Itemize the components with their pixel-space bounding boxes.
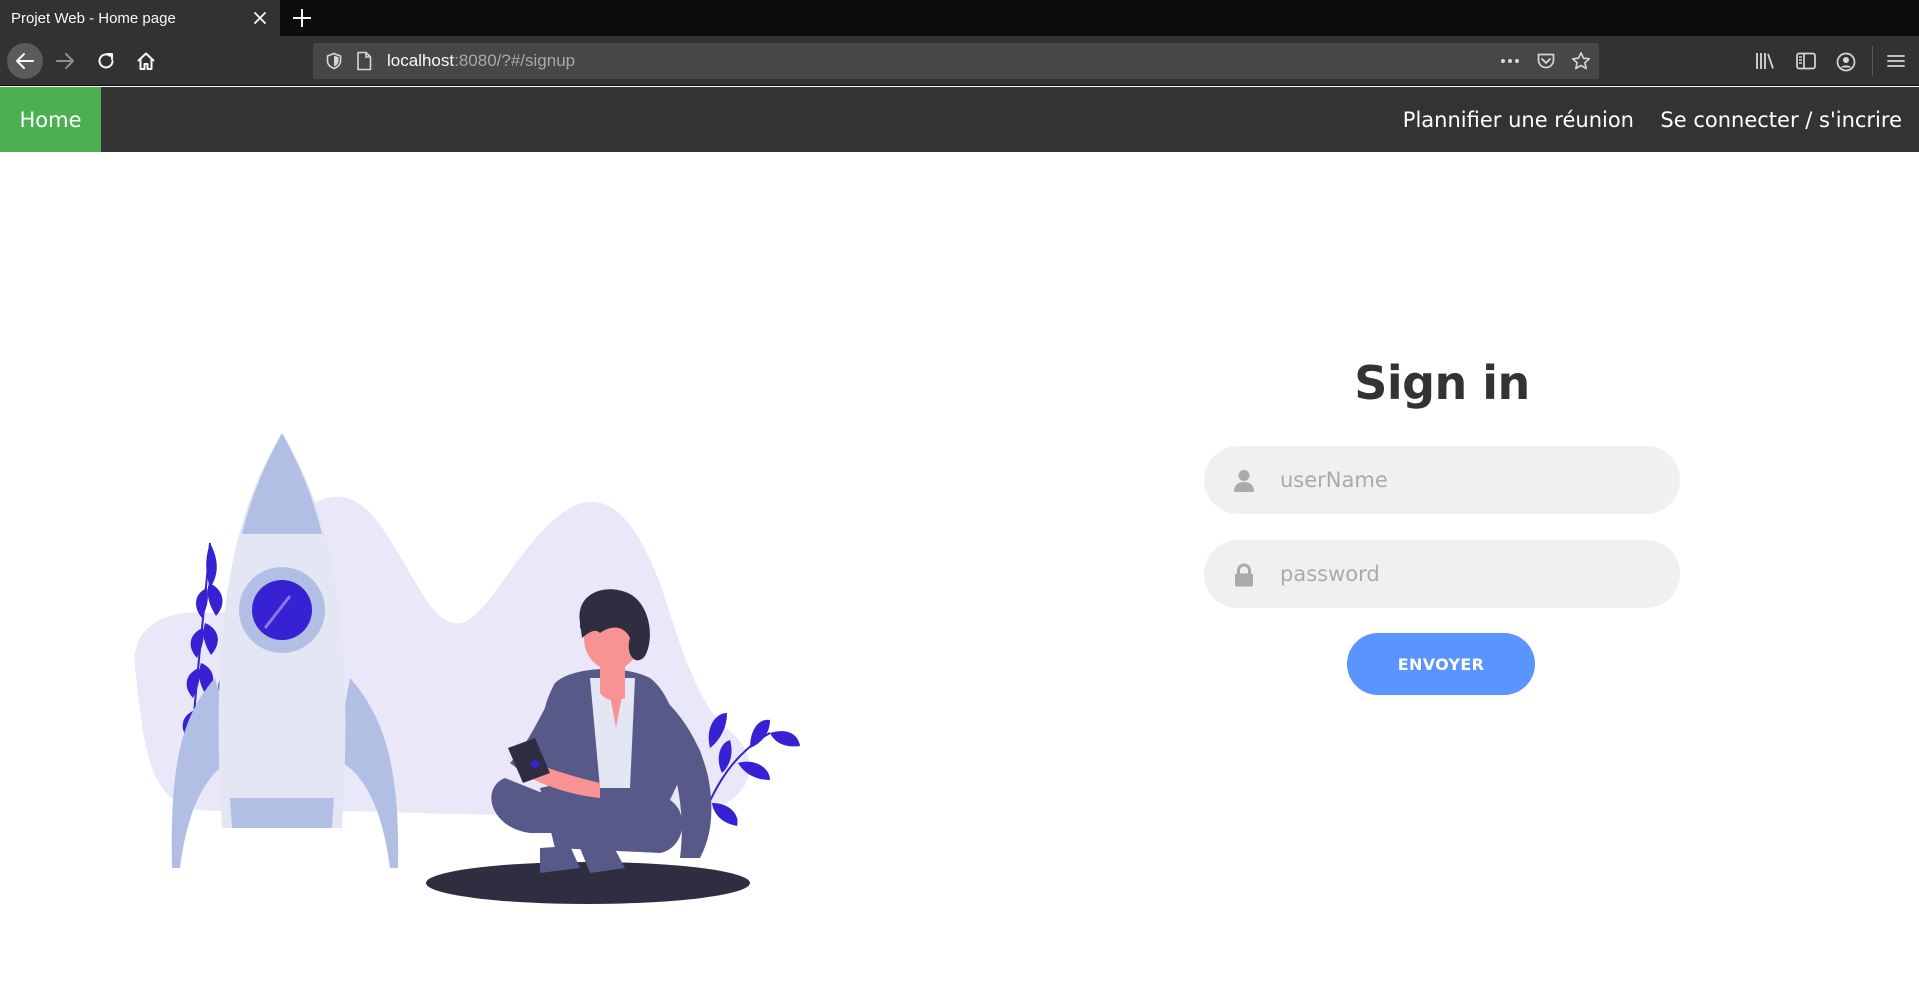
menu-icon[interactable] — [1885, 51, 1907, 75]
nav-plan-meeting-link[interactable]: Plannifier une réunion — [1403, 87, 1634, 152]
pocket-icon[interactable] — [1536, 51, 1556, 75]
lock-icon — [1233, 563, 1255, 587]
submit-button[interactable]: ENVOYER — [1347, 633, 1535, 695]
back-button[interactable] — [7, 43, 43, 79]
url-host: localhost — [387, 51, 455, 70]
forward-button[interactable] — [48, 44, 82, 78]
browser-tab[interactable]: Projet Web - Home page — [0, 0, 280, 36]
password-input[interactable] — [1280, 540, 1660, 608]
url-text[interactable]: localhost:8080/?#/signup — [387, 51, 575, 71]
tab-title: Projet Web - Home page — [11, 9, 176, 27]
user-icon — [1233, 469, 1255, 493]
nav-login-signup-link[interactable]: Se connecter / s'incrire — [1660, 87, 1902, 152]
shield-icon[interactable] — [325, 52, 343, 74]
library-icon[interactable] — [1754, 51, 1776, 75]
browser-tab-bar: Projet Web - Home page — [0, 0, 1919, 36]
bookmark-star-icon[interactable] — [1571, 51, 1591, 75]
new-tab-icon[interactable] — [289, 5, 315, 31]
toolbar-separator — [1872, 46, 1873, 76]
reload-button[interactable] — [89, 44, 123, 78]
account-icon[interactable] — [1835, 51, 1857, 77]
signin-title: Sign in — [1354, 356, 1530, 410]
username-field[interactable] — [1204, 446, 1680, 514]
reload-icon — [98, 53, 114, 69]
arrow-right-icon — [56, 53, 74, 69]
arrow-left-icon — [16, 53, 34, 69]
url-path: :8080/?#/signup — [454, 51, 576, 70]
username-input[interactable] — [1280, 446, 1660, 514]
close-icon[interactable] — [250, 8, 270, 28]
more-actions-icon[interactable] — [1499, 52, 1521, 74]
sidebar-icon[interactable] — [1795, 51, 1817, 75]
page-info-icon[interactable] — [355, 51, 373, 75]
site-navbar: Home Plannifier une réunion Se connecter… — [0, 87, 1919, 152]
rocket-person-illustration — [134, 433, 800, 904]
home-button[interactable] — [129, 44, 163, 78]
password-field[interactable] — [1204, 540, 1680, 608]
address-bar[interactable]: localhost:8080/?#/signup — [313, 43, 1599, 79]
home-icon — [137, 52, 155, 70]
nav-home-link[interactable]: Home — [0, 87, 101, 152]
browser-toolbar: localhost:8080/?#/signup — [0, 36, 1919, 86]
